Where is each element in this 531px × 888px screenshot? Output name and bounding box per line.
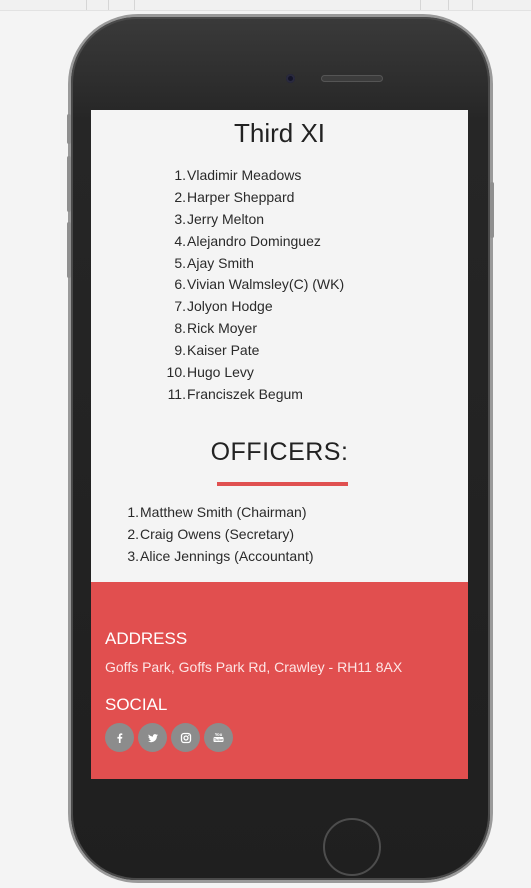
player-name: Harper Sheppard [187,188,295,205]
player-name: Vladimir Meadows [187,167,302,183]
facebook-icon[interactable] [105,723,134,752]
list-item: 10.Hugo Levy [166,364,254,381]
ruler-tick [472,0,473,10]
player-name: Rick Moyer [187,320,258,337]
list-item: 11.Franciszek Begum [167,385,303,402]
ruler-tick [448,0,449,10]
youtube-icon[interactable]: You Tube [204,723,233,752]
browser-top-bar [0,0,531,11]
ruler-tick [108,0,109,10]
officer-list: 1.Matthew Smith (Chairman) 2.Craig Owens… [109,501,314,567]
list-item: 3.Jerry Melton [174,210,265,227]
social-links: You Tube [105,723,233,752]
instagram-icon[interactable] [171,723,200,752]
list-item: 1.Vladimir Meadows [174,167,302,183]
officer-name: Alice Jennings (Accountant) [140,548,314,564]
ruler-tick [134,0,135,10]
player-name: Hugo Levy [187,364,254,381]
player-name: Alejandro Dominguez [187,232,321,249]
heading-underline [217,482,348,486]
ruler-tick [86,0,87,10]
player-name: Ajay Smith [187,254,254,271]
list-item: 4.Alejandro Dominguez [174,232,321,249]
social-heading: SOCIAL [105,695,168,714]
officer-name: Matthew Smith (Chairman) [140,504,307,520]
home-button[interactable] [323,818,381,876]
ruler-tick [420,0,421,10]
list-item: 8.Rick Moyer [174,320,258,337]
twitter-icon[interactable] [138,723,167,752]
address-text: Goffs Park, Goffs Park Rd, Crawley - RH1… [105,659,403,675]
phone-screen: Third XI 1.Vladimir Meadows 2.Harper She… [91,110,468,779]
svg-text:Tube: Tube [214,737,224,742]
player-list: 1.Vladimir Meadows 2.Harper Sheppard 3.J… [151,165,345,406]
list-item: 9.Kaiser Pate [174,342,260,359]
team-title: Third XI [233,118,326,148]
site-footer: ADDRESS Goffs Park, Goffs Park Rd, Crawl… [91,582,468,779]
player-name: Kaiser Pate [187,342,260,359]
list-item: 1.Matthew Smith (Chairman) [127,504,307,520]
list-item: 5.Ajay Smith [174,254,254,271]
list-item: 7.Jolyon Hodge [174,298,273,315]
player-name: Jerry Melton [187,210,265,227]
power-button [490,182,494,238]
list-item: 6.Vivian Walmsley(C) (WK) [174,276,345,293]
list-item: 2.Harper Sheppard [174,188,295,205]
officers-heading: OFFICERS: [210,438,349,466]
front-camera [286,74,295,83]
player-name: Franciszek Begum [187,385,303,402]
address-heading: ADDRESS [105,629,188,648]
player-name: Jolyon Hodge [187,298,273,315]
earpiece-speaker [321,75,383,82]
player-name: Vivian Walmsley(C) (WK) [187,276,345,293]
list-item: 2.Craig Owens (Secretary) [127,526,295,542]
officer-name: Craig Owens (Secretary) [140,526,295,542]
list-item: 3.Alice Jennings (Accountant) [127,548,314,564]
